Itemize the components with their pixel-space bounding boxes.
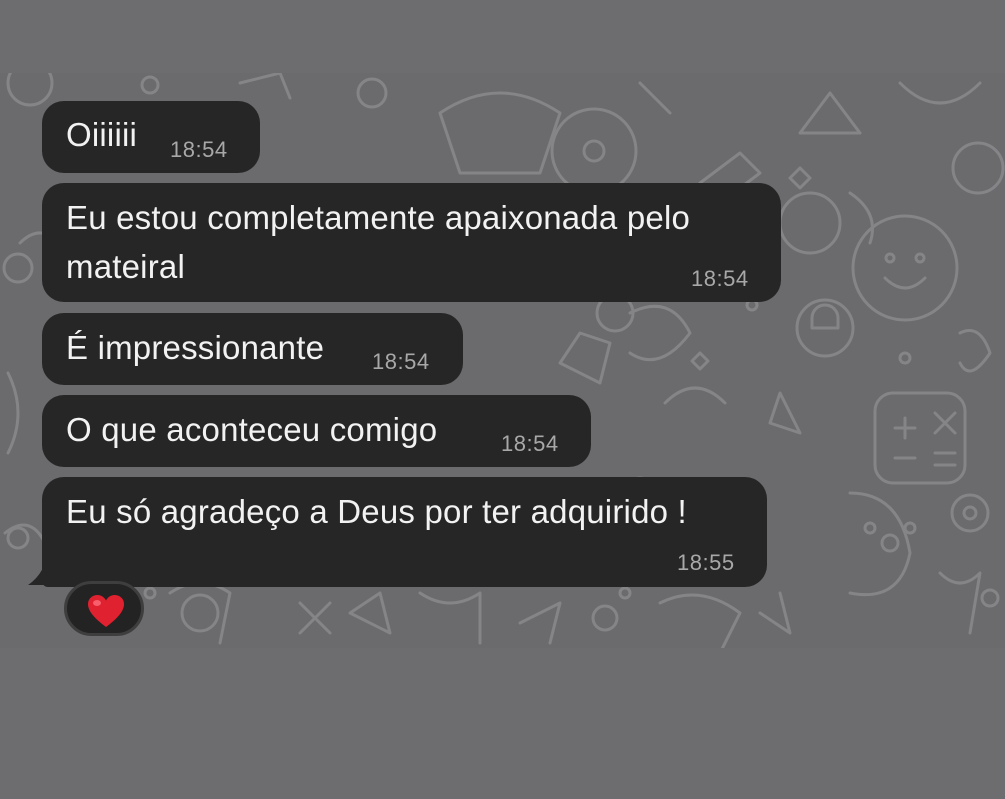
message-text-line-1: Eu estou completamente apaixonada pelo <box>66 199 691 236</box>
message-bubble-3[interactable]: É impressionante 18:54 <box>42 313 463 385</box>
message-text: Oiiiiii <box>66 116 138 153</box>
message-timestamp: 18:54 <box>501 431 559 456</box>
message-timestamp: 18:54 <box>170 137 228 162</box>
reaction-badge[interactable] <box>64 581 144 636</box>
message-bubble-4[interactable]: O que aconteceu comigo 18:54 <box>42 395 591 467</box>
message-text: É impressionante <box>66 329 325 366</box>
message-timestamp: 18:54 <box>372 349 430 374</box>
message-timestamp: 18:55 <box>677 550 735 575</box>
message-text: Eu só agradeço a Deus por ter adquirido … <box>66 493 687 530</box>
message-bubble-2[interactable]: Eu estou completamente apaixonada pelo m… <box>42 183 781 302</box>
message-bubble-1[interactable]: Oiiiiii 18:54 <box>42 101 260 173</box>
message-bubble-5[interactable]: Eu só agradeço a Deus por ter adquirido … <box>42 477 767 587</box>
red-heart-icon <box>88 595 124 627</box>
message-text: O que aconteceu comigo <box>66 411 438 448</box>
message-timestamp: 18:54 <box>691 266 749 291</box>
message-text-line-2: mateiral <box>66 248 185 285</box>
